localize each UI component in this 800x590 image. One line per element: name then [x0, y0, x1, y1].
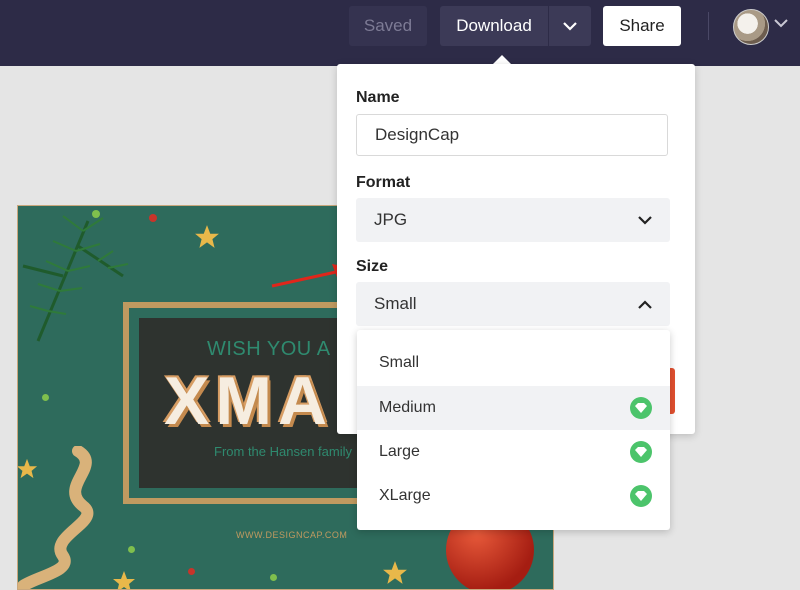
- size-select[interactable]: Small: [356, 282, 670, 326]
- berry-dot: [42, 394, 49, 401]
- xmas-title: XMA: [164, 363, 334, 439]
- avatar[interactable]: [733, 9, 769, 45]
- diamond-icon: [630, 485, 652, 507]
- diamond-icon: [630, 397, 652, 419]
- size-option-label: Large: [379, 443, 420, 460]
- size-option-label: XLarge: [379, 487, 431, 504]
- size-option-large[interactable]: Large: [357, 430, 670, 474]
- format-select[interactable]: JPG: [356, 198, 670, 242]
- star-icon: [383, 561, 407, 584]
- star-icon: [113, 571, 135, 589]
- top-toolbar: Saved Download Share: [0, 0, 800, 66]
- star-icon: [195, 225, 219, 248]
- download-button[interactable]: Download: [440, 6, 548, 46]
- format-value: JPG: [374, 210, 408, 229]
- pine-branch-icon: [22, 215, 129, 342]
- toolbar-divider: [708, 12, 709, 40]
- download-options-button[interactable]: [549, 6, 591, 46]
- name-input[interactable]: [356, 114, 668, 156]
- size-dropdown: Small Medium Large XLarge: [357, 330, 670, 530]
- ribbon-icon: [18, 446, 94, 589]
- size-option-xlarge[interactable]: XLarge: [357, 474, 670, 518]
- format-label: Format: [356, 174, 411, 191]
- berry-dot: [92, 210, 100, 218]
- size-option-medium[interactable]: Medium: [357, 386, 670, 430]
- chevron-down-icon: [563, 21, 577, 31]
- chevron-down-icon[interactable]: [774, 19, 788, 28]
- berry-dot: [128, 546, 135, 553]
- name-label: Name: [356, 89, 400, 106]
- share-button[interactable]: Share: [603, 6, 681, 46]
- website-text: WWW.DESIGNCAP.COM: [236, 530, 348, 540]
- berry-dot: [270, 574, 277, 581]
- size-option-label: Small: [379, 354, 420, 371]
- size-label: Size: [356, 258, 389, 275]
- chevron-up-icon: [638, 299, 652, 309]
- chevron-down-icon: [638, 215, 652, 225]
- greeting-signature: From the Hansen family: [214, 444, 352, 459]
- diamond-icon: [630, 441, 652, 463]
- size-option-label: Medium: [379, 399, 436, 416]
- size-option-small[interactable]: Small: [357, 341, 670, 385]
- berry-dot: [188, 568, 195, 575]
- size-value: Small: [374, 294, 417, 313]
- berry-dot: [149, 214, 157, 222]
- saved-button[interactable]: Saved: [349, 6, 427, 46]
